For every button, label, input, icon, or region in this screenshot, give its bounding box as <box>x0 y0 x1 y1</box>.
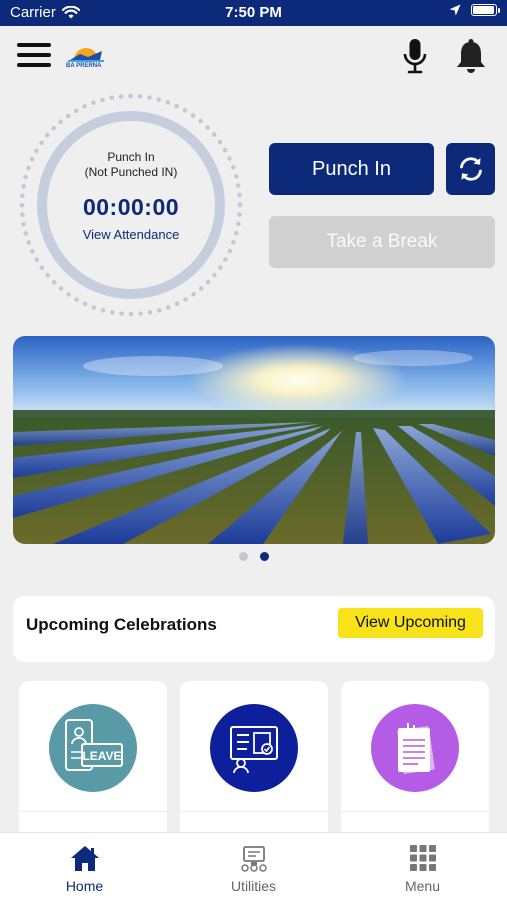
presentation-icon <box>210 704 298 792</box>
location-arrow-icon <box>449 4 461 16</box>
brand-logo: BA PRERNA <box>66 45 106 69</box>
attendance-clock: Punch In (Not Punched IN) 00:00:00 View … <box>18 92 244 318</box>
grid-icon <box>409 845 436 871</box>
sun-logo-icon <box>68 48 104 62</box>
refresh-icon <box>459 157 482 181</box>
utilities-icon <box>240 846 267 872</box>
document-tile[interactable] <box>341 681 489 851</box>
presentation-tile[interactable] <box>180 681 328 851</box>
view-upcoming-button[interactable]: View Upcoming <box>338 608 483 638</box>
app-header: BA PRERNA <box>0 26 507 88</box>
leave-tile[interactable]: LEAVE <box>19 681 167 851</box>
celebrations-card: Upcoming Celebrations View Upcoming <box>13 596 495 662</box>
nav-utilities-label: Utilities <box>230 878 277 894</box>
nav-menu[interactable]: Menu <box>338 833 507 900</box>
home-screen: Carrier 7:50 PM BA PRERNA Punch In (Not … <box>0 0 507 900</box>
bottom-nav: Home Utilities Menu <box>0 832 507 900</box>
tile-divider <box>341 811 489 812</box>
carousel-dots <box>0 552 507 561</box>
banner-carousel[interactable] <box>13 336 495 544</box>
nav-utilities[interactable]: Utilities <box>169 833 338 900</box>
status-right <box>449 4 500 16</box>
carousel-dot-2[interactable] <box>259 552 269 561</box>
document-icon <box>371 704 459 792</box>
nav-home-label: Home <box>65 878 104 894</box>
refresh-button[interactable] <box>446 143 495 195</box>
status-time: 7:50 PM <box>225 4 282 21</box>
celebrations-title: Upcoming Celebrations <box>26 615 217 634</box>
punch-sub-status: (Not Punched IN) <box>84 165 178 179</box>
carousel-dot-1[interactable] <box>238 552 248 561</box>
battery-icon <box>471 4 500 16</box>
clock-text: Punch In (Not Punched IN) 00:00:00 View … <box>18 150 244 242</box>
leave-icon: LEAVE <box>49 704 137 792</box>
punch-status: Punch In <box>107 150 155 164</box>
tile-divider <box>19 811 167 812</box>
nav-menu-label: Menu <box>404 878 441 894</box>
view-attendance-link[interactable]: View Attendance <box>18 227 244 242</box>
leave-badge-text: LEAVE <box>82 749 121 763</box>
worked-timer: 00:00:00 <box>82 194 180 220</box>
tile-divider <box>180 811 328 812</box>
status-bar: Carrier 7:50 PM <box>0 0 507 26</box>
battery-level <box>473 6 494 14</box>
take-break-button[interactable]: Take a Break <box>269 216 495 268</box>
menu-icon[interactable] <box>17 43 51 69</box>
home-icon <box>70 846 99 871</box>
nav-home[interactable]: Home <box>0 833 169 900</box>
bell-icon[interactable] <box>454 38 488 74</box>
solar-farm-image <box>13 336 495 544</box>
microphone-icon[interactable] <box>402 38 428 74</box>
logo-text: BA PRERNA <box>66 63 102 69</box>
punch-in-button[interactable]: Punch In <box>269 143 434 195</box>
